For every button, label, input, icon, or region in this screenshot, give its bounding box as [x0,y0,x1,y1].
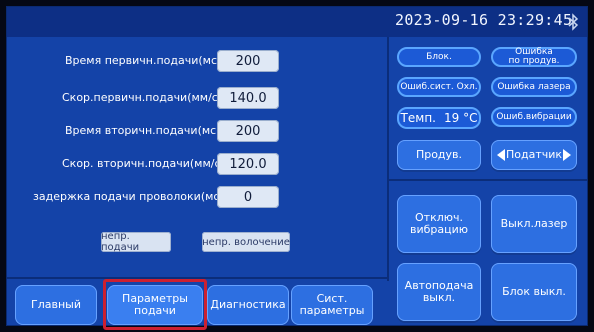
param-label: Время первичн.подачи(мс) [65,54,222,67]
top-bar: 2023-09-16 23:29:45 [7,7,587,37]
param-input-primary-speed[interactable]: 140.0 [217,87,279,109]
tab-main[interactable]: Главный [15,285,97,325]
bluetooth-icon [568,13,579,31]
arrow-left-icon[interactable] [496,148,506,162]
laser-error-status: Ошибка лазера [491,77,577,97]
laser-off-button[interactable]: Выкл.лазер [491,195,577,253]
right-divider [389,179,587,181]
lock-status: Блок. [397,47,481,67]
param-input-secondary-time[interactable]: 200 [217,120,279,142]
param-input-primary-time[interactable]: 200 [217,50,279,72]
screen: 2023-09-16 23:29:45 Время первичн.подачи… [0,0,594,332]
temperature-status: Темп. 19 °C [397,107,481,129]
purge-button[interactable]: Продув. [397,140,481,170]
tab-system-params[interactable]: Сист. параметры [291,285,373,325]
vibration-off-button[interactable]: Отключ. вибрацию [397,195,481,253]
arrow-right-icon[interactable] [562,148,572,162]
vibration-off-line2: вибрацию [409,223,469,236]
autofeed-off-button[interactable]: Автоподача выкл. [397,263,481,321]
main-panel: 2023-09-16 23:29:45 Время первичн.подачи… [6,6,588,330]
param-label: Скор.первичн.подачи(мм/с) [62,91,223,104]
feeder-label: Податчик [505,148,563,161]
autofeed-line2: выкл. [422,291,456,304]
param-label: Скор. вторичн.подачи(мм/с) [62,157,225,170]
param-input-secondary-speed[interactable]: 120.0 [217,153,279,175]
active-tab-highlight [103,279,207,330]
datetime: 2023-09-16 23:29:45 [395,11,573,29]
panel-divider [387,37,389,281]
param-input-wire-delay[interactable]: 0 [217,186,279,208]
lock-off-button[interactable]: Блок выкл. [491,263,577,321]
tab-diagnostics[interactable]: Диагностика [207,285,289,325]
temperature-value: 19 °C [443,110,478,125]
feeder-selector[interactable]: Податчик [491,140,577,170]
param-label: Время вторичн.подачи(мс) [65,124,221,137]
param-label: задержка подачи проволоки(мс) [33,190,224,203]
continuous-feed-button[interactable]: непр. подачи [101,231,171,253]
cooling-error-status: Ошиб.сист. Охл. [397,77,481,97]
continuous-retract-button[interactable]: непр. волочение [202,232,290,252]
feed-error-line2: по продув. [508,56,560,66]
vibration-error-status: Ошиб.вибрации [491,107,577,127]
feed-error-status: Ошибка по продув. [491,47,577,67]
temperature-label: Темп. [400,110,436,125]
tab-system-params-line2: параметры [299,304,365,317]
